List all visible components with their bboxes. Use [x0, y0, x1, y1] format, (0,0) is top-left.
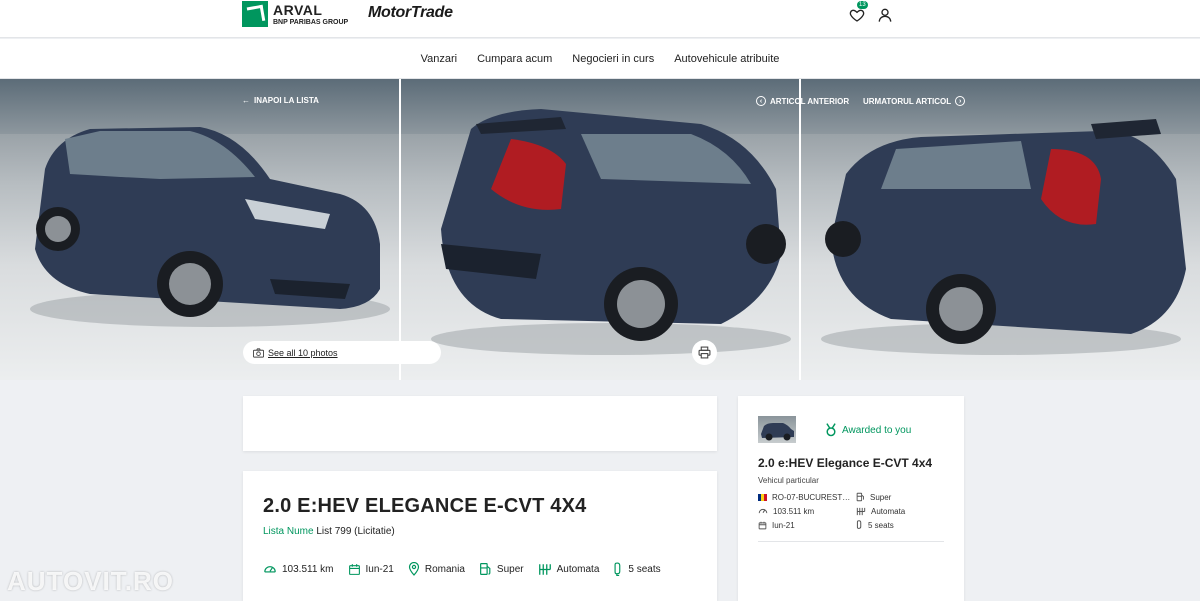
calendar-icon	[348, 563, 360, 575]
arrow-left-icon: ←	[242, 96, 250, 105]
calendar-icon	[758, 521, 767, 529]
favorites-button[interactable]: 13	[849, 1, 868, 22]
next-article-link[interactable]: URMATORUL ARTICOL ›	[863, 96, 966, 106]
car-front-photo	[30, 127, 390, 327]
spec-mileage: 103.511 km	[263, 562, 334, 576]
vehicle-info-card: 2.0 E:HEV ELEGANCE E-CVT 4X4 Lista Nume …	[243, 471, 717, 601]
car-rear-photo	[430, 109, 791, 355]
side-vehicle-title: 2.0 e:HEV Elegance E-CVT 4x4	[758, 456, 933, 470]
gearbox-icon	[856, 507, 866, 515]
favorites-count-badge: 13	[857, 1, 868, 9]
spec-date: Iun-21	[348, 563, 394, 576]
awarded-status: Awarded to you	[825, 423, 911, 437]
gallery-photo-1[interactable]	[0, 79, 399, 380]
side-seats: 5 seats	[856, 520, 946, 530]
side-mileage: 103.511 km	[758, 506, 856, 516]
speedometer-icon	[264, 566, 276, 573]
spec-row: 103.511 km Iun-21 Romania Super Automata…	[263, 562, 661, 576]
spec-transmission: Automata	[538, 563, 599, 576]
list-name-value: List 799 (Licitatie)	[316, 526, 395, 537]
autovit-watermark: AUTOVIT.RO	[7, 566, 174, 596]
printer-icon	[698, 346, 711, 359]
nav-autovehicule-atribuite[interactable]: Autovehicule atribuite	[674, 53, 779, 65]
gallery-photo-2[interactable]	[400, 79, 800, 380]
spec-country: Romania	[408, 562, 465, 576]
fuel-pump-icon	[479, 563, 491, 575]
main-nav: Vanzari Cumpara acum Negocieri in curs A…	[0, 39, 1200, 79]
arval-brand-name: ARVAL	[273, 1, 323, 18]
seat-icon	[614, 562, 621, 576]
photo-gallery: ← INAPOI LA LISTA ‹ ARTICOL ANTERIOR URM…	[0, 79, 1200, 380]
speedometer-icon	[758, 508, 768, 514]
car-rear-side-photo	[821, 119, 1187, 355]
award-medal-icon	[826, 423, 836, 437]
back-to-list-link[interactable]: ← INAPOI LA LISTA	[242, 96, 319, 105]
arrow-right-circle-icon: ›	[955, 96, 966, 106]
side-date: Iun-21	[758, 520, 856, 530]
list-name-label: Lista Nume	[263, 526, 314, 537]
awarded-vehicle-card: Awarded to you 2.0 e:HEV Elegance E-CVT …	[738, 396, 964, 601]
nav-cumpara-acum[interactable]: Cumpara acum	[477, 53, 552, 65]
romania-flag-icon	[758, 493, 767, 501]
nav-negocieri-in-curs[interactable]: Negocieri in curs	[572, 53, 654, 65]
gallery-photo-3[interactable]	[801, 79, 1200, 380]
motortrade-logo[interactable]: MotorTrade	[368, 4, 453, 22]
nav-vanzari[interactable]: Vanzari	[421, 53, 457, 65]
list-name-line: Lista Nume List 799 (Licitatie)	[263, 526, 395, 537]
top-header: ARVAL BNP PARIBAS GROUP MotorTrade 13	[0, 0, 1200, 38]
side-vehicle-type: Vehicul particular	[758, 476, 819, 485]
gearbox-icon	[538, 563, 551, 575]
side-location: RO-07-BUCUREST…	[758, 492, 856, 502]
fuel-pump-icon	[856, 492, 864, 502]
see-all-photos-button[interactable]: See all 10 photos	[243, 341, 441, 364]
spec-fuel: Super	[479, 562, 524, 576]
account-button[interactable]	[877, 4, 893, 22]
side-spec-grid: RO-07-BUCUREST… Super 103.511 km Automat…	[758, 492, 946, 530]
arval-logo[interactable]: ARVAL BNP PARIBAS GROUP	[242, 1, 348, 27]
seat-icon	[856, 520, 862, 529]
heart-icon	[849, 9, 865, 22]
side-divider	[758, 541, 944, 542]
print-button[interactable]	[692, 340, 717, 365]
side-fuel: Super	[856, 492, 946, 502]
location-pin-icon	[408, 562, 419, 576]
spec-seats: 5 seats	[613, 562, 661, 576]
camera-icon	[253, 347, 264, 358]
arval-logo-icon	[242, 1, 268, 27]
car-thumbnail-image	[761, 423, 794, 441]
vehicle-thumbnail[interactable]	[758, 416, 796, 443]
previous-article-link[interactable]: ‹ ARTICOL ANTERIOR	[756, 96, 849, 106]
vehicle-title: 2.0 E:HEV ELEGANCE E-CVT 4X4	[263, 495, 587, 517]
side-transmission: Automata	[856, 506, 946, 516]
arrow-left-circle-icon: ‹	[756, 96, 766, 106]
user-icon	[878, 8, 892, 22]
arval-brand-sub: BNP PARIBAS GROUP	[273, 18, 349, 26]
empty-panel	[243, 396, 717, 451]
